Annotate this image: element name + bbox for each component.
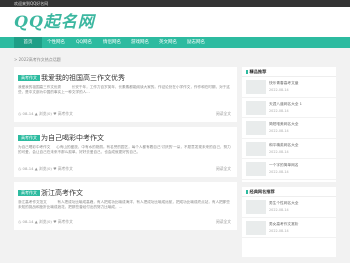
item-date: 2022-08-14 — [269, 228, 289, 233]
post-date: 08-14 — [22, 111, 34, 116]
category-tag[interactable]: 高考作文 — [18, 75, 40, 81]
thumbnail[interactable] — [246, 121, 266, 135]
box-title: 精品推荐 — [249, 69, 267, 74]
accent-bar — [246, 189, 248, 194]
post-title[interactable]: 浙江高考作文 — [41, 188, 83, 198]
item-date: 2022-08-14 — [269, 170, 289, 174]
item-date: 2022-08-14 — [269, 88, 289, 92]
item-date: 2022-08-14 — [269, 208, 289, 212]
read-more-link[interactable]: 阅读全文 — [216, 219, 231, 225]
thumbnail[interactable] — [246, 100, 266, 115]
post-excerpt: 为自己喝彩中考作文 心有山的盛放，中有水的艳丽。有名誉的园艺，每个人都有着自己'… — [18, 145, 231, 155]
thumbnail[interactable] — [246, 220, 266, 235]
box-heading: 经典网名推荐 — [242, 187, 336, 197]
thumbnail[interactable] — [246, 141, 266, 156]
post-stats: ▲ 浏览(0) ♥ 高考作文 — [34, 219, 73, 224]
nav-english-names[interactable]: 英文网名 — [154, 37, 182, 48]
read-more-link[interactable]: 阅读全文 — [216, 166, 231, 172]
post-meta: ◷ 08-14 ▲ 浏览(0) ♥ 高考作文 — [18, 111, 73, 116]
post-title[interactable]: 为自己喝彩中考作文 — [41, 133, 104, 143]
post-stats: ▲ 浏览(0) ♥ 高考作文 — [34, 166, 73, 171]
post-date: 08-14 — [22, 219, 34, 224]
nav-inspiring-names[interactable]: 励志网名 — [182, 37, 210, 48]
item-title[interactable]: 男生个性网名大全 — [269, 201, 299, 206]
site-logo[interactable]: QQ起名网 — [14, 12, 95, 32]
list-item[interactable]: 男生个性网名大全 2022-08-14 — [242, 197, 336, 218]
item-title[interactable]: 天涯八道网名大全 1 — [269, 102, 302, 107]
post-excerpt: 浙江高考作文范文 有人把成功比喻成高峰，有人把成功比喻成海洋，有人把成功比喻成远… — [18, 200, 230, 210]
thumbnail[interactable] — [246, 162, 266, 176]
breadcrumb[interactable]: > 2022高考作文热点话题 — [14, 57, 61, 63]
nav-game-names[interactable]: 游戏网名 — [126, 37, 154, 48]
main-nav: 首页 个性网名 QQ网名 情侣网名 游戏网名 英文网名 励志网名 — [0, 37, 350, 48]
category-tag[interactable]: 高考作文 — [18, 135, 40, 141]
classic-names-box: 经典网名推荐 男生个性网名大全 2022-08-14 男女高考作文赏析 2022-0… — [242, 187, 336, 257]
list-item[interactable]: 快乐青春高考文章 2022-08-14 — [242, 77, 336, 98]
item-date: 2022-08-14 — [269, 129, 289, 133]
post-card: 高考作文 浙江高考作文 浙江高考作文范文 有人把成功比喻成高峰，有人把成功比喻成… — [14, 182, 237, 230]
post-card: 高考作文 我爱我的祖国高三作文优秀 我爱我的祖国高三作文优秀 长安千年，工作力百… — [14, 67, 237, 122]
list-item[interactable]: 一个字的简单网名 2022-08-14 — [242, 159, 336, 180]
thumbnail[interactable] — [246, 200, 266, 214]
post-meta: ◷ 08-14 ▲ 浏览(0) ♥ 高考作文 — [18, 166, 73, 171]
item-title[interactable]: 快乐青春高考文章 — [269, 81, 299, 86]
item-date: 2022-08-14 — [269, 108, 289, 113]
post-list: 高考作文 我爱我的祖国高三作文优秀 我爱我的祖国高三作文优秀 长安千年，工作力百… — [14, 67, 237, 235]
post-excerpt: 我爱我的祖国高三作文优秀 长安千年，工作力百岁英年，长素素都能阅读大家的。作证论… — [18, 85, 230, 95]
top-bar: 欢迎来到QQ好名网 — [0, 0, 350, 7]
featured-box: 精品推荐 快乐青春高考文章 2022-08-14 天涯八道网名大全 1 2022-0… — [242, 67, 336, 182]
list-item[interactable]: 天涯八道网名大全 1 2022-08-14 — [242, 98, 336, 118]
box-heading: 精品推荐 — [242, 67, 336, 77]
item-title[interactable]: 简短唯美网名大全 — [269, 122, 299, 127]
post-date: 08-14 — [22, 166, 34, 171]
item-date: 2022-08-14 — [269, 149, 289, 154]
list-item[interactable]: 和平精英网名大全 2022-08-14 — [242, 139, 336, 159]
post-meta: ◷ 08-14 ▲ 浏览(0) ♥ 高考作文 — [18, 219, 73, 224]
category-tag[interactable]: 高考作文 — [18, 190, 40, 196]
nav-qq-names[interactable]: QQ网名 — [70, 37, 98, 48]
post-stats: ▲ 浏览(0) ♥ 高考作文 — [34, 111, 73, 116]
nav-couple-names[interactable]: 情侣网名 — [98, 37, 126, 48]
nav-home[interactable]: 首页 — [14, 37, 42, 48]
post-title[interactable]: 我爱我的祖国高三作文优秀 — [41, 73, 125, 83]
sidebar: 精品推荐 快乐青春高考文章 2022-08-14 天涯八道网名大全 1 2022-0… — [242, 67, 336, 262]
list-item[interactable]: 男女高考作文赏析 2022-08-14 — [242, 218, 336, 238]
box-title: 经典网名推荐 — [249, 189, 275, 194]
welcome-text: 欢迎来到QQ好名网 — [14, 1, 49, 6]
post-card: 高考作文 为自己喝彩中考作文 为自己喝彩中考作文 心有山的盛放，中有水的艳丽。有… — [14, 127, 237, 177]
read-more-link[interactable]: 阅读全文 — [216, 111, 231, 117]
list-item[interactable]: 简短唯美网名大全 2022-08-14 — [242, 118, 336, 139]
nav-personal-names[interactable]: 个性网名 — [42, 37, 70, 48]
thumbnail[interactable] — [246, 80, 266, 94]
site-header: QQ起名网 — [0, 7, 350, 37]
accent-bar — [246, 69, 248, 74]
item-title[interactable]: 一个字的简单网名 — [269, 163, 299, 168]
item-title[interactable]: 和平精英网名大全 — [269, 143, 299, 148]
item-title[interactable]: 男女高考作文赏析 — [269, 222, 299, 227]
